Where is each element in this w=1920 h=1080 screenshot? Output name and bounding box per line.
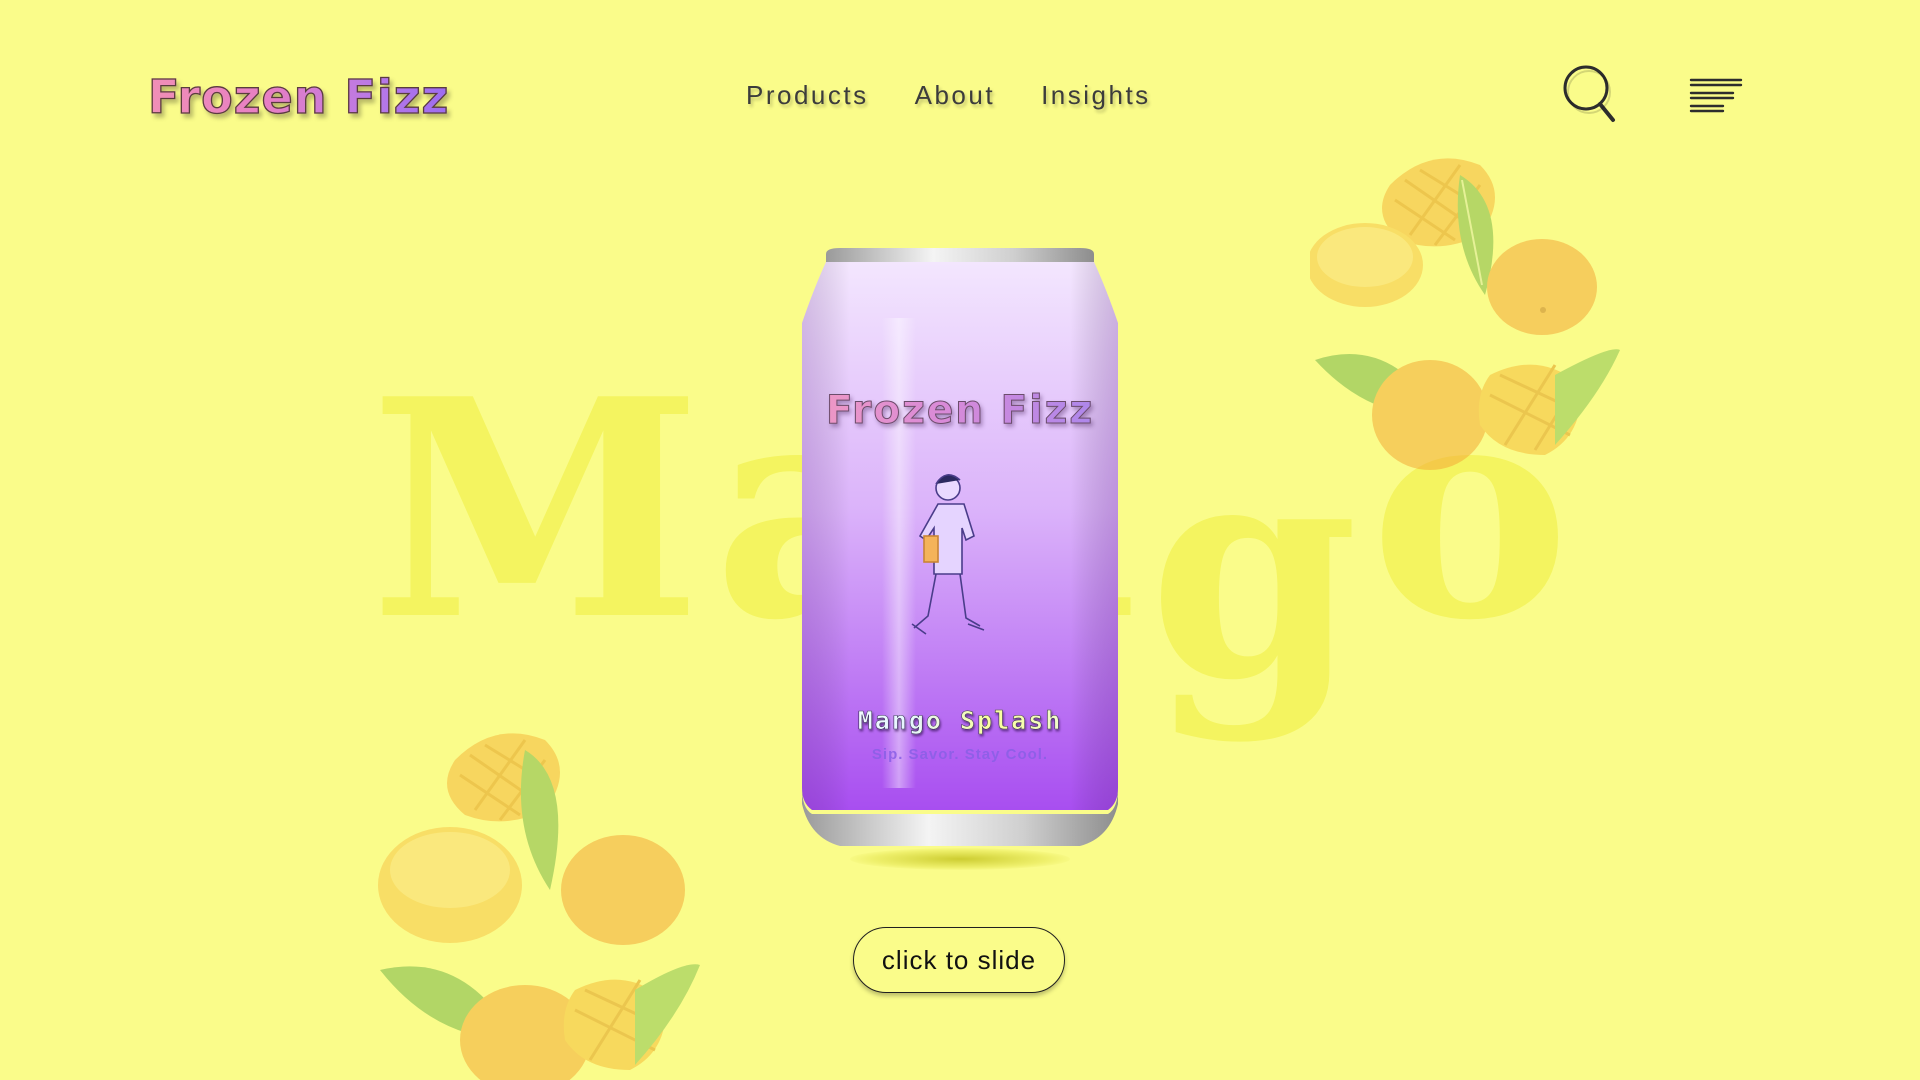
can-shadow (850, 848, 1070, 870)
header: Frozen Fizz Products About Insights (0, 0, 1920, 200)
can-brand-label: Frozen Fizz (790, 388, 1130, 434)
page: M a n g o (0, 0, 1920, 1080)
click-to-slide-button[interactable]: click to slide (853, 927, 1065, 993)
can-tagline: Sip. Savor. Stay Cool. (871, 746, 1049, 763)
whole-mango-icon (1487, 239, 1597, 335)
nav-link-about[interactable]: About (915, 80, 995, 111)
nav-link-products[interactable]: Products (746, 80, 869, 111)
brand-logo[interactable]: Frozen Fizz (147, 69, 449, 124)
nav-link-insights[interactable]: Insights (1041, 80, 1151, 111)
main-nav: Products About Insights (746, 80, 1151, 111)
search-icon (1563, 65, 1615, 122)
menu-button[interactable] (1688, 76, 1744, 122)
background-letter: M (370, 333, 703, 686)
menu-icon (1689, 78, 1743, 113)
product-can[interactable]: Frozen Fizz Mango Splash Sip. Savor. Sta… (790, 248, 1130, 878)
mango-cluster-image (375, 720, 705, 1080)
can-flavor-label: Mango Splash (790, 706, 1130, 736)
search-button[interactable] (1562, 64, 1618, 128)
